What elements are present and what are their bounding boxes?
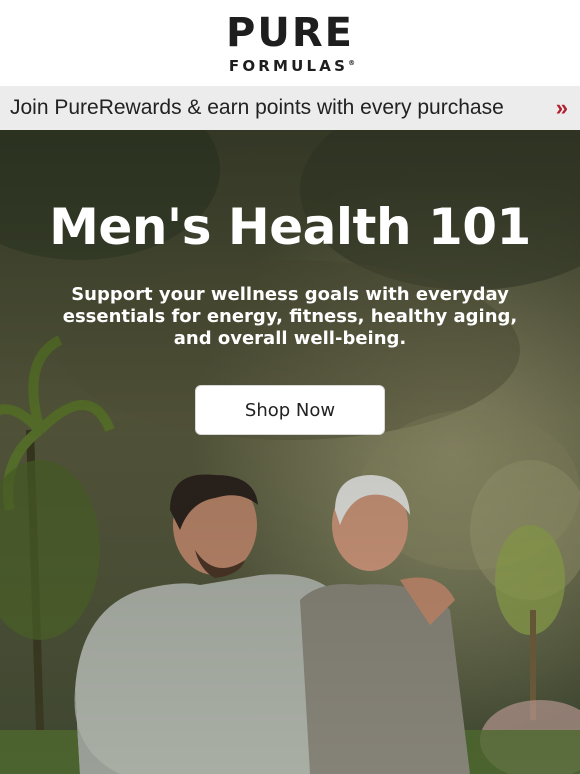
hero-title: Men's Health 101 [49, 198, 531, 256]
logo-sub: FORMULAS® [225, 55, 355, 74]
logo-main[interactable]: PURE [226, 13, 354, 53]
rewards-banner[interactable]: Join PureRewards & earn points with ever… [0, 86, 580, 130]
shop-now-button[interactable]: Shop Now [195, 385, 385, 435]
rewards-text: Join PureRewards & earn points with ever… [10, 96, 504, 119]
registered-mark: ® [348, 58, 356, 67]
logo-sub-text: FORMULAS [228, 56, 349, 75]
hero-banner[interactable]: Men's Health 101 Support your wellness g… [0, 130, 580, 774]
header: PURE FORMULAS® [0, 0, 580, 86]
hero-subtitle: Support your wellness goals with everyda… [62, 284, 518, 349]
double-chevron-right-icon: » [555, 95, 568, 120]
